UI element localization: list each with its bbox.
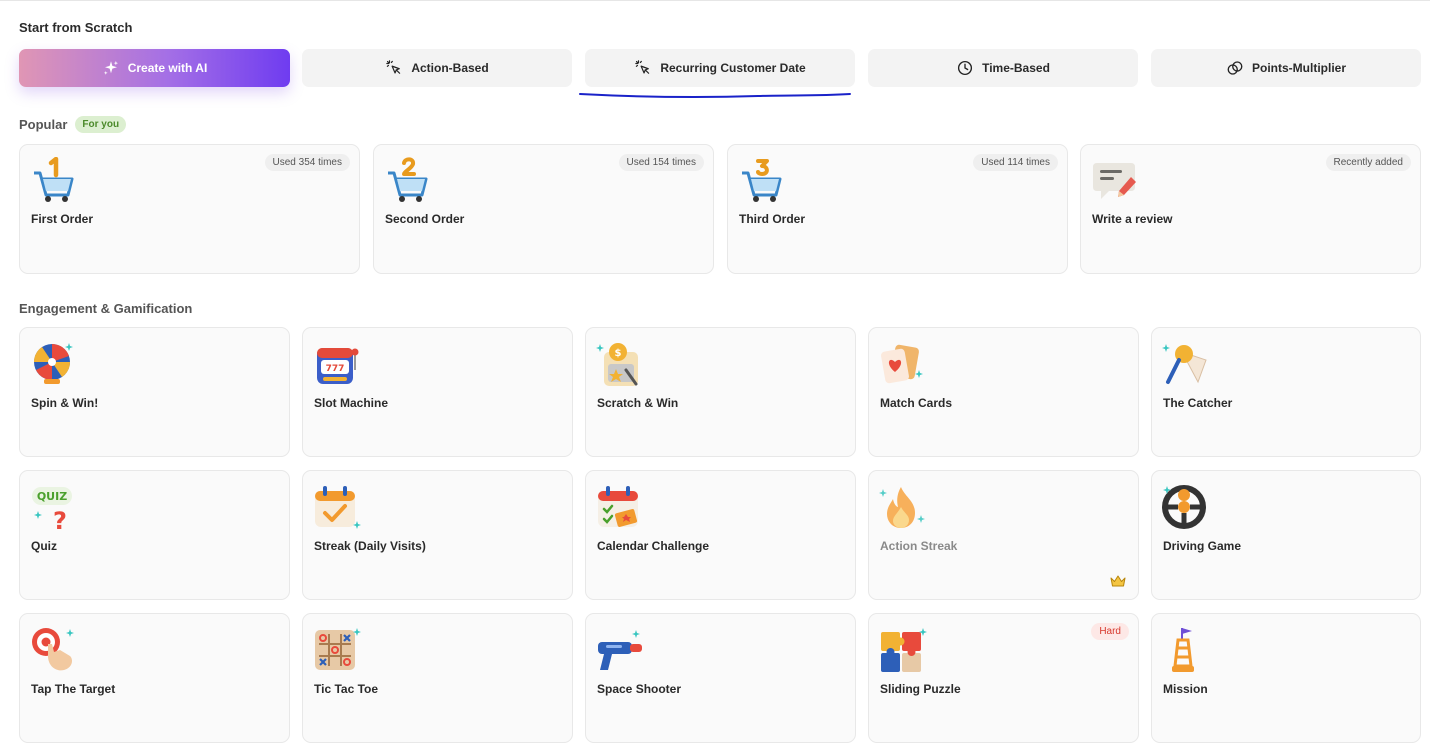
game-card-mission[interactable]: Mission: [1151, 613, 1421, 743]
quiz-text: QUIZ: [37, 490, 67, 503]
template-card-third-order[interactable]: Used 114 times Third Order: [727, 144, 1068, 274]
template-card-write-a-review[interactable]: Recently added Write a review: [1080, 144, 1421, 274]
recurring-customer-date-label: Recurring Customer Date: [660, 61, 806, 75]
card-title: First Order: [31, 212, 94, 226]
flame-icon: [879, 487, 925, 528]
net-catcher-icon: [1162, 344, 1207, 384]
action-based-button[interactable]: Action-Based: [302, 49, 572, 87]
game-card-tic-tac-toe[interactable]: Tic Tac Toe: [302, 613, 573, 743]
card-title: Tap The Target: [31, 682, 116, 696]
game-card-tap-the-target[interactable]: Tap The Target: [19, 613, 290, 743]
svg-text:777: 777: [326, 364, 345, 374]
scratch-card-icon: $: [596, 343, 638, 386]
card-title: Calendar Challenge: [597, 539, 710, 553]
card-title: Sliding Puzzle: [880, 682, 961, 696]
svg-text:?: ?: [53, 507, 67, 531]
card-title: Match Cards: [880, 396, 953, 410]
flag-tower-icon: [1172, 628, 1194, 672]
card-title: Streak (Daily Visits): [314, 539, 426, 553]
card-title: Slot Machine: [314, 396, 389, 410]
usage-badge: Used 354 times: [264, 154, 350, 171]
top-divider: [0, 0, 1430, 1]
recurring-customer-date-button[interactable]: Recurring Customer Date: [585, 49, 855, 87]
playing-cards-icon: [881, 344, 923, 384]
spin-wheel-icon: [33, 343, 73, 384]
game-card-match-cards[interactable]: Match Cards: [868, 327, 1139, 457]
time-based-button[interactable]: Time-Based: [868, 49, 1138, 87]
quiz-icon: QUIZ ?: [32, 487, 72, 531]
popular-heading: Popular: [19, 117, 68, 132]
game-card-sliding-puzzle[interactable]: Hard Sliding Puzzle: [868, 613, 1139, 743]
game-card-slot-machine[interactable]: 777 Slot Machine: [302, 327, 573, 457]
game-card-space-shooter[interactable]: Space Shooter: [585, 613, 856, 743]
tap-target-icon: [32, 628, 74, 671]
usage-badge: Used 154 times: [618, 154, 704, 171]
card-title: The Catcher: [1163, 396, 1233, 410]
points-multiplier-button[interactable]: Points-Multiplier: [1151, 49, 1421, 87]
popular-header: Popular For you: [19, 116, 127, 133]
game-card-spin-and-win[interactable]: Spin & Win!: [19, 327, 290, 457]
engagement-heading: Engagement & Gamification: [19, 301, 193, 316]
difficulty-badge: Hard: [1091, 623, 1129, 640]
calendar-check-icon: [315, 486, 361, 529]
card-title: Quiz: [31, 539, 57, 553]
card-title: Spin & Win!: [31, 396, 99, 410]
usage-badge: Used 114 times: [973, 154, 1058, 171]
cart-2-icon: [388, 157, 428, 202]
sparkles-icon: [103, 60, 118, 75]
game-card-action-streak[interactable]: Action Streak: [868, 470, 1139, 600]
crown-icon: [1110, 575, 1126, 587]
card-title: Driving Game: [1163, 539, 1242, 553]
game-card-streak-daily-visits[interactable]: Streak (Daily Visits): [302, 470, 573, 600]
game-card-quiz[interactable]: QUIZ ? Quiz: [19, 470, 290, 600]
recently-added-badge: Recently added: [1325, 154, 1411, 171]
time-based-label: Time-Based: [982, 61, 1050, 75]
for-you-badge: For you: [75, 116, 127, 133]
cart-3-icon: [742, 159, 782, 202]
card-title: Mission: [1163, 682, 1208, 696]
pen-underline-annotation: [579, 93, 851, 99]
tic-tac-toe-icon: [315, 628, 361, 670]
card-title: Space Shooter: [597, 682, 682, 696]
game-card-scratch-and-win[interactable]: $ Scratch & Win: [585, 327, 856, 457]
review-pencil-icon: [1093, 163, 1136, 199]
steering-wheel-icon: [1162, 485, 1206, 529]
game-card-the-catcher[interactable]: The Catcher: [1151, 327, 1421, 457]
card-title: Scratch & Win: [597, 396, 679, 410]
slot-machine-icon: 777: [317, 348, 359, 384]
game-card-calendar-challenge[interactable]: Calendar Challenge: [585, 470, 856, 600]
puzzle-icon: [881, 628, 927, 672]
cart-1-icon: [34, 157, 74, 202]
create-with-ai-button[interactable]: Create with AI: [19, 49, 290, 87]
create-with-ai-label: Create with AI: [127, 61, 208, 75]
template-card-second-order[interactable]: Used 154 times Second Order: [373, 144, 714, 274]
card-title: Second Order: [385, 212, 465, 226]
svg-text:$: $: [615, 348, 622, 359]
action-based-label: Action-Based: [411, 61, 489, 75]
cursor-click-icon: [386, 60, 401, 74]
template-card-first-order[interactable]: Used 354 times First Order: [19, 144, 360, 274]
cursor-click-icon: [635, 60, 650, 74]
card-title: Tic Tac Toe: [314, 682, 379, 696]
card-title: Action Streak: [880, 539, 958, 553]
game-card-driving-game[interactable]: Driving Game: [1151, 470, 1421, 600]
calendar-ticket-icon: [598, 486, 638, 527]
circles-overlap-icon: [1227, 61, 1243, 75]
points-multiplier-label: Points-Multiplier: [1252, 61, 1346, 75]
blaster-icon: [598, 630, 642, 670]
card-title: Write a review: [1092, 212, 1173, 226]
card-title: Third Order: [739, 212, 806, 226]
clock-icon: [958, 60, 973, 76]
start-from-scratch-heading: Start from Scratch: [19, 20, 133, 35]
